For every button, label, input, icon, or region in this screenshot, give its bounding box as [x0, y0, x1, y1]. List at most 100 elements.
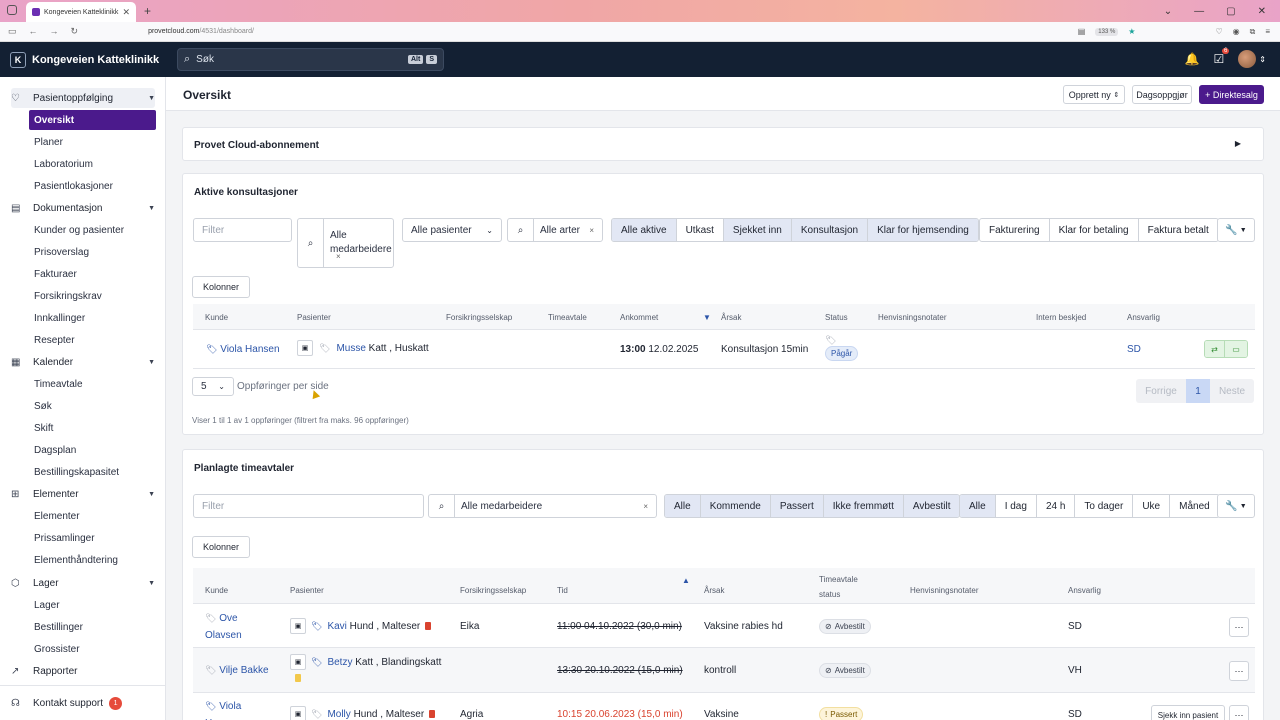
sidebar-icon[interactable]: ▭ [8, 26, 17, 37]
menu-icon[interactable]: ≡ [1265, 27, 1270, 36]
day-settlement-button[interactable]: Dagsoppgjør [1132, 85, 1192, 104]
th-timeavtale[interactable]: Timeavtale [548, 313, 587, 322]
staff-select[interactable]: ⌕ Alle medarbeidere × [297, 218, 394, 268]
th-tid[interactable]: Tid [557, 586, 568, 595]
th-timeavtale-status[interactable]: Timeavtale status [819, 572, 879, 602]
th-kunde[interactable]: Kunde [205, 313, 228, 322]
table-row[interactable]: 🏷 Viola Hansen [206, 344, 280, 355]
notes-icon[interactable]: ▣ [290, 618, 306, 634]
th-forsikringsselskap[interactable]: Forsikringsselskap [460, 586, 526, 595]
planned-filter-input[interactable]: Filter [193, 494, 424, 518]
th-arsak[interactable]: Årsak [721, 313, 741, 322]
active-tools-button[interactable]: 🔧 ▼ [1217, 218, 1255, 242]
check-in-patient-button[interactable]: Sjekk inn pasient [1151, 705, 1225, 720]
sidebar-toggle-icon[interactable] [7, 5, 17, 15]
period-to-dager[interactable]: To dager [1075, 495, 1134, 517]
direct-sale-button[interactable]: + Direktesalg [1199, 85, 1264, 104]
clinic-logo[interactable]: K [10, 51, 26, 68]
sidebar-item-innkallinger[interactable]: Innkallinger [29, 308, 156, 328]
th-henvisningsnotater[interactable]: Henvisningsnotater [910, 586, 978, 595]
caret-right-icon[interactable]: ▶ [1235, 139, 1241, 148]
patients-select[interactable]: Alle pasienter ⌄ [402, 218, 502, 242]
filter-alle[interactable]: Alle [665, 495, 701, 517]
row-menu-button[interactable]: ⋯ [1229, 661, 1249, 681]
search-input[interactable]: Søk [196, 54, 214, 65]
row-menu-button[interactable]: ⋯ [1229, 705, 1249, 720]
zoom-level[interactable]: 133 % [1095, 27, 1119, 36]
sidebar-group-kalender[interactable]: ▦ Kalender ▼ [11, 352, 155, 372]
filter-sjekket-inn[interactable]: Sjekket inn [723, 219, 792, 241]
period-alle[interactable]: Alle [960, 495, 996, 517]
th-intern-beskjed[interactable]: Intern beskjed [1036, 313, 1086, 322]
filter-passert[interactable]: Passert [770, 495, 824, 517]
th-ansvarlig[interactable]: Ansvarlig [1127, 313, 1160, 322]
th-pasienter[interactable]: Pasienter [297, 313, 331, 322]
th-forsikringsselskap[interactable]: Forsikringsselskap [446, 313, 512, 322]
account-icon[interactable]: ◉ [1233, 27, 1240, 36]
clinic-name[interactable]: Kongeveien Katteklinikk [32, 54, 159, 66]
period-uke[interactable]: Uke [1133, 495, 1171, 517]
period-i-dag[interactable]: I dag [996, 495, 1037, 517]
sidebar-item-bestillinger[interactable]: Bestillinger [29, 617, 156, 637]
notes-icon[interactable]: ▣ [297, 340, 313, 356]
back-icon[interactable]: ← [29, 26, 38, 37]
table-row[interactable]: 🏷 Vilje Bakke [205, 665, 269, 676]
sidebar-item-dagsplan[interactable]: Dagsplan [29, 440, 156, 460]
filter-ikke-fremmott[interactable]: Ikke fremmøtt [823, 495, 904, 517]
sidebar-item-timeavtale[interactable]: Timeavtale [29, 374, 156, 394]
sidebar-item-elementhandtering[interactable]: Elementhåndtering [29, 550, 156, 570]
user-menu[interactable]: ⇕ [1238, 50, 1266, 68]
sidebar-item-elementer[interactable]: Elementer [29, 506, 156, 526]
browser-tab[interactable]: Kongeveien Katteklinikk ✕ [26, 2, 136, 22]
sidebar-item-planer[interactable]: Planer [29, 132, 156, 152]
reader-icon[interactable]: ▤ [1078, 27, 1086, 36]
new-tab-icon[interactable]: + [144, 4, 151, 18]
sidebar-item-pasientlokasjoner[interactable]: Pasientlokasjoner [29, 176, 156, 196]
sidebar-item-prisoverslag[interactable]: Prisoverslag [29, 242, 156, 262]
tasks-icon[interactable]: ☑ 6 [1214, 48, 1230, 66]
sidebar-group-rapporter[interactable]: ↗ Rapporter [11, 661, 155, 681]
sidebar-item-resepter[interactable]: Resepter [29, 330, 156, 350]
sidebar-item-kunder[interactable]: Kunder og pasienter [29, 220, 156, 240]
clear-icon[interactable]: × [336, 252, 341, 261]
planned-staff-select[interactable]: ⌕ Alle medarbeidere × [428, 494, 657, 518]
sidebar-item-skift[interactable]: Skift [29, 418, 156, 438]
prev-page-button[interactable]: Forrige [1136, 379, 1186, 403]
th-kunde[interactable]: Kunde [205, 586, 228, 595]
payment-icon[interactable]: ▭ [1225, 341, 1247, 357]
row-menu-button[interactable]: ⋯ [1229, 617, 1249, 637]
period-maned[interactable]: Måned [1170, 495, 1219, 517]
filter-kommende[interactable]: Kommende [700, 495, 771, 517]
planned-columns-button[interactable]: Kolonner [192, 536, 250, 558]
create-new-button[interactable]: Opprett ny ⇕ [1063, 85, 1125, 104]
page-1-button[interactable]: 1 [1186, 379, 1210, 403]
sidebar-support[interactable]: ☊ Kontakt support 1 [11, 693, 155, 713]
sidebar-group-pasientoppfolging[interactable]: ♡ Pasientoppfølging ▼ [11, 88, 155, 108]
patient-link[interactable]: Musse [336, 343, 365, 354]
minimize-icon[interactable]: — [1194, 6, 1204, 17]
active-columns-button[interactable]: Kolonner [192, 276, 250, 298]
sidebar-item-forsikringskrav[interactable]: Forsikringskrav [29, 286, 156, 306]
clear-icon[interactable]: × [643, 502, 656, 511]
extensions-icon[interactable]: ⧉ [1250, 27, 1256, 37]
sidebar-group-lager[interactable]: ⬡ Lager ▼ [11, 573, 155, 593]
sidebar-item-lager[interactable]: Lager [29, 595, 156, 615]
customer-link[interactable]: Viola Hansen [220, 344, 279, 355]
sidebar-group-dokumentasjon[interactable]: ▤ Dokumentasjon ▼ [11, 198, 155, 218]
th-pasienter[interactable]: Pasienter [290, 586, 324, 595]
filter-fakturering[interactable]: Fakturering [980, 219, 1050, 241]
bookmark-star-icon[interactable]: ★ [1128, 27, 1135, 36]
sidebar-item-sok[interactable]: Søk [29, 396, 156, 416]
url-field[interactable]: provetcloud.com/4531/dashboard/ [148, 28, 254, 35]
table-row[interactable]: 🏷 Ove Olavsen [205, 610, 265, 644]
responsible-cell[interactable]: SD [1127, 344, 1141, 355]
pocket-icon[interactable]: ♡ [1215, 27, 1222, 36]
filter-konsultasjon[interactable]: Konsultasjon [791, 219, 869, 241]
sidebar-item-prissamlinger[interactable]: Prissamlinger [29, 528, 156, 548]
next-page-button[interactable]: Neste [1210, 379, 1254, 403]
planned-tools-button[interactable]: 🔧 ▼ [1217, 494, 1255, 518]
filter-klar-betaling[interactable]: Klar for betaling [1050, 219, 1139, 241]
period-24h[interactable]: 24 h [1037, 495, 1076, 517]
sidebar-item-fakturaer[interactable]: Fakturaer [29, 264, 156, 284]
global-search[interactable]: ⌕ Søk Alt S [177, 48, 444, 71]
